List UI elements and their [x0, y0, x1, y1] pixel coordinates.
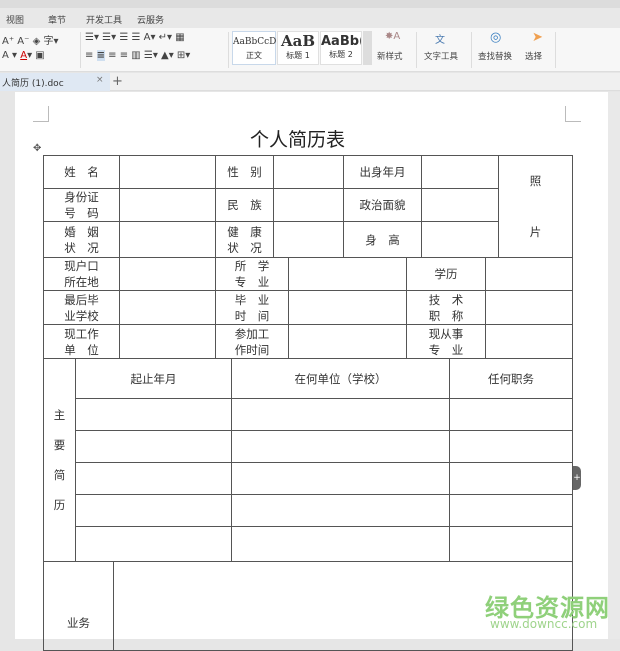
- resume-cell[interactable]: [75, 398, 232, 431]
- resume-cell[interactable]: [449, 462, 573, 495]
- label-work-start: 参加工 作时间: [215, 324, 289, 359]
- field-major[interactable]: [288, 257, 407, 291]
- label-profession: 现从事 专 业: [406, 324, 486, 359]
- list-icons[interactable]: ☰▾ ☰▾ ☰ ☰ A▾ ↵▾ ▦: [85, 32, 185, 43]
- watermark-url: www.downcc.com: [490, 617, 598, 631]
- field-grad-time[interactable]: [288, 290, 407, 325]
- field-height[interactable]: [421, 221, 499, 258]
- close-tab-icon[interactable]: ×: [96, 75, 104, 85]
- document-title[interactable]: 个人简历表: [250, 125, 345, 152]
- resume-cell[interactable]: [231, 462, 450, 495]
- header-position: 任何职务: [449, 358, 573, 399]
- field-marital[interactable]: [119, 221, 216, 258]
- field-education[interactable]: [485, 257, 573, 291]
- title-bar: [0, 0, 620, 8]
- header-unit: 在何单位（学校）: [231, 358, 450, 399]
- label-political: 政治面貌: [343, 188, 422, 222]
- new-tab-button[interactable]: +: [112, 74, 123, 89]
- align-icons[interactable]: ≡ ≡ ≡ ≡ ▥ ☰▾ ▲▾ ⊞▾: [85, 50, 190, 61]
- find-replace-icon: ◎: [490, 30, 502, 45]
- label-marital: 婚 姻 状 况: [43, 221, 120, 258]
- resume-cell[interactable]: [75, 462, 232, 495]
- resume-cell[interactable]: [231, 494, 450, 527]
- label-major: 所 学 专 业: [215, 257, 289, 291]
- label-business: 业务: [43, 561, 114, 651]
- menu-tab-view[interactable]: 视图: [6, 13, 24, 26]
- label-resume: 主 要 简 历: [43, 358, 76, 562]
- resume-cell[interactable]: [449, 398, 573, 431]
- style-normal[interactable]: AaBbCcD 正文: [232, 31, 276, 65]
- new-style-button[interactable]: 新样式: [377, 50, 403, 62]
- resume-cell[interactable]: [449, 494, 573, 527]
- field-gender[interactable]: [273, 155, 344, 189]
- field-birth[interactable]: [421, 155, 499, 189]
- find-replace-button[interactable]: 查找替换: [478, 50, 512, 62]
- add-column-icon[interactable]: +: [573, 466, 581, 490]
- resume-cell[interactable]: [449, 526, 573, 562]
- style-heading2[interactable]: AaBb(标题 2: [320, 31, 362, 65]
- text-tools-button[interactable]: 文字工具: [424, 50, 458, 62]
- field-name[interactable]: [119, 155, 216, 189]
- resume-cell[interactable]: [231, 430, 450, 463]
- menu-tab-cloud[interactable]: 云服务: [137, 13, 164, 26]
- field-title-rank[interactable]: [485, 290, 573, 325]
- label-ethnic: 民 族: [215, 188, 274, 222]
- menu-bar: 视图 章节 开发工具 云服务: [0, 8, 620, 28]
- resume-cell[interactable]: [231, 526, 450, 562]
- menu-tab-chapter[interactable]: 章节: [48, 13, 66, 26]
- font-size-icons[interactable]: A⁺ A⁻ ◈ 字▾: [2, 32, 58, 47]
- field-health[interactable]: [273, 221, 344, 258]
- document-tab-bar: 人简历 (1).doc × +: [0, 73, 620, 91]
- font-color-icons[interactable]: A ▾ A▾ ▣: [2, 50, 45, 61]
- document-tab[interactable]: 人简历 (1).doc ×: [0, 73, 110, 91]
- header-period: 起止年月: [75, 358, 232, 399]
- field-profession[interactable]: [485, 324, 573, 359]
- label-school: 最后毕 业学校: [43, 290, 120, 325]
- margin-mark: [33, 106, 49, 122]
- label-name: 姓 名: [43, 155, 120, 189]
- margin-mark: [565, 106, 581, 122]
- field-hukou[interactable]: [119, 257, 216, 291]
- resume-cell[interactable]: [75, 526, 232, 562]
- document-tab-label: 人简历 (1).doc: [2, 79, 64, 89]
- label-education: 学历: [406, 257, 486, 291]
- label-title-rank: 技 术 职 称: [406, 290, 486, 325]
- label-gender: 性 别: [215, 155, 274, 189]
- vertical-scrollbar[interactable]: [608, 92, 620, 639]
- resume-cell[interactable]: [449, 430, 573, 463]
- field-work-start[interactable]: [288, 324, 407, 359]
- photo-label: 照: [529, 174, 542, 189]
- resume-cell[interactable]: [75, 430, 232, 463]
- label-hukou: 现户口 所在地: [43, 257, 120, 291]
- field-ethnic[interactable]: [273, 188, 344, 222]
- styles-scroll[interactable]: [363, 31, 372, 65]
- label-id: 身份证 号 码: [43, 188, 120, 222]
- photo-cell[interactable]: 照片: [498, 155, 573, 258]
- ribbon-toolbar: A⁺ A⁻ ◈ 字▾ A ▾ A▾ ▣ ☰▾ ☰▾ ☰ ☰ A▾ ↵▾ ▦ ≡ …: [0, 28, 620, 72]
- new-style-icon: ✸A: [385, 31, 401, 42]
- table-move-handle-icon[interactable]: ✥: [33, 143, 41, 154]
- field-id[interactable]: [119, 188, 216, 222]
- label-health: 健 康 状 况: [215, 221, 274, 258]
- style-heading1[interactable]: AaB 标题 1: [277, 31, 319, 65]
- text-tools-icon: 文: [435, 35, 445, 46]
- label-grad-time: 毕 业 时 间: [215, 290, 289, 325]
- field-school[interactable]: [119, 290, 216, 325]
- select-cursor-icon: ➤: [532, 30, 543, 45]
- label-birth: 出身年月: [343, 155, 422, 189]
- photo-label: 片: [529, 224, 542, 239]
- label-workplace: 现工作 单 位: [43, 324, 120, 359]
- label-height: 身 高: [343, 221, 422, 258]
- field-workplace[interactable]: [119, 324, 216, 359]
- field-political[interactable]: [421, 188, 499, 222]
- menu-tab-developer[interactable]: 开发工具: [86, 13, 122, 26]
- resume-cell[interactable]: [231, 398, 450, 431]
- resume-cell[interactable]: [75, 494, 232, 527]
- select-button[interactable]: 选择: [525, 50, 542, 62]
